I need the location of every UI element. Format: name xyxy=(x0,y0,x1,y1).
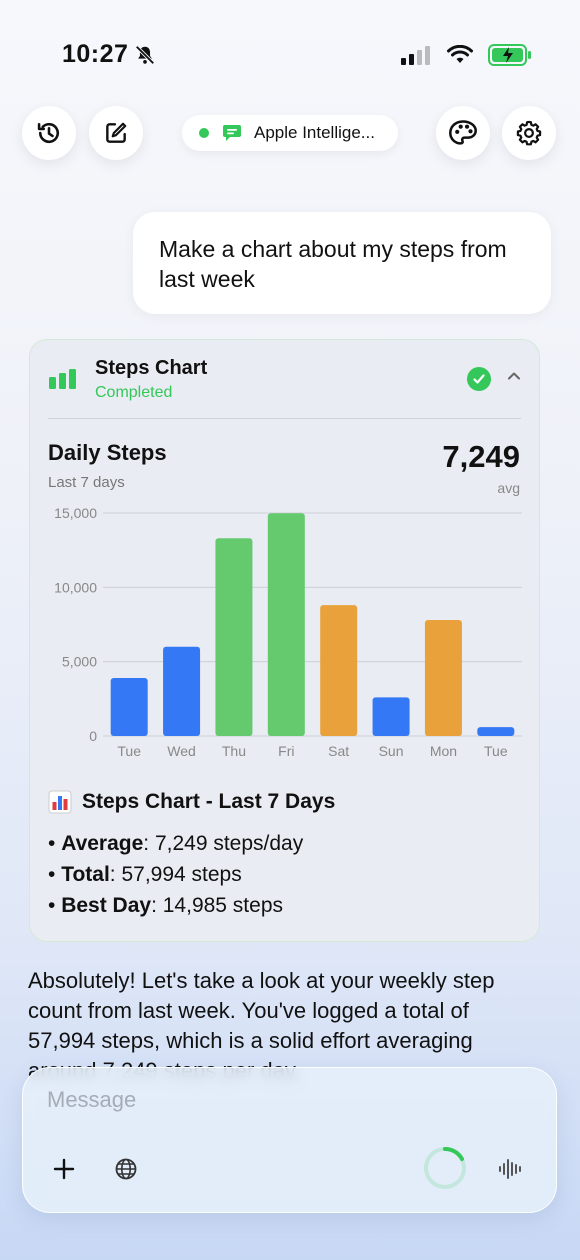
steps-bar-chart: 0 5,000 10,000 15,000 Tue Wed Thu Fri Sat Sun Mon T… xyxy=(54,505,522,759)
x-tick-label: Wed xyxy=(167,743,196,759)
model-name: Apple Intellige... xyxy=(254,123,375,142)
history-button[interactable] xyxy=(22,106,76,160)
x-tick-label: Sun xyxy=(379,743,404,759)
web-search-button[interactable] xyxy=(111,1154,141,1184)
chart-bar xyxy=(477,727,515,736)
loading-spinner xyxy=(421,1144,469,1192)
summary-bullet-average: • Average: 7,249 steps/day xyxy=(48,832,304,855)
waveform-icon xyxy=(499,1159,521,1179)
plus-icon xyxy=(53,1158,75,1180)
chart-bar xyxy=(320,605,358,736)
progress-ring-icon xyxy=(424,1146,466,1189)
x-tick-label: Tue xyxy=(484,743,508,759)
globe-icon xyxy=(115,1158,137,1180)
summary-bullet-best-day: • Best Day: 14,985 steps xyxy=(48,894,284,917)
new-chat-button[interactable] xyxy=(89,106,143,160)
y-tick-label: 5,000 xyxy=(62,654,97,670)
chart-bar xyxy=(267,513,305,736)
x-tick-label: Sat xyxy=(328,743,349,759)
palette-icon xyxy=(449,120,477,145)
online-dot xyxy=(199,128,209,138)
x-tick-label: Mon xyxy=(430,743,457,759)
summary-title-text: Steps Chart - Last 7 Days xyxy=(82,790,336,813)
wifi-icon xyxy=(447,45,473,63)
tool-result-card: Steps Chart Completed Daily Steps Last 7… xyxy=(29,339,540,942)
model-selector[interactable]: Apple Intellige... xyxy=(182,115,398,151)
y-tick-label: 10,000 xyxy=(54,579,97,595)
x-tick-label: Fri xyxy=(278,743,294,759)
y-tick-label: 0 xyxy=(89,728,97,744)
chart-bar xyxy=(424,620,462,736)
bar-chart-emoji-icon xyxy=(48,790,72,814)
chart-bar xyxy=(215,538,253,736)
theme-button[interactable] xyxy=(436,106,490,160)
chart-bar xyxy=(163,646,201,736)
chat-bubble-icon xyxy=(223,125,241,141)
chart-bar xyxy=(110,678,148,736)
x-tick-label: Tue xyxy=(117,743,141,759)
status-bar: 10:27 xyxy=(0,38,580,70)
summary-bullet-total: • Total: 57,994 steps xyxy=(48,863,242,886)
chart-bar xyxy=(372,697,410,736)
compose-icon xyxy=(106,122,127,143)
y-tick-label: 15,000 xyxy=(54,505,97,521)
message-composer xyxy=(22,1067,557,1213)
summary-title: Steps Chart - Last 7 Days xyxy=(48,790,335,814)
bell-slash-icon xyxy=(135,44,155,65)
x-tick-label: Thu xyxy=(222,743,246,759)
gear-icon xyxy=(516,120,542,146)
settings-button[interactable] xyxy=(502,106,556,160)
user-message-bubble: Make a chart about my steps from last we… xyxy=(133,212,551,314)
status-time: 10:27 xyxy=(62,40,129,68)
message-input[interactable] xyxy=(45,1084,429,1116)
battery-charging-icon xyxy=(488,44,531,66)
history-icon xyxy=(37,122,59,144)
cellular-signal-icon xyxy=(401,46,430,65)
voice-mode-button[interactable] xyxy=(493,1152,527,1186)
add-attachment-button[interactable] xyxy=(49,1154,79,1184)
